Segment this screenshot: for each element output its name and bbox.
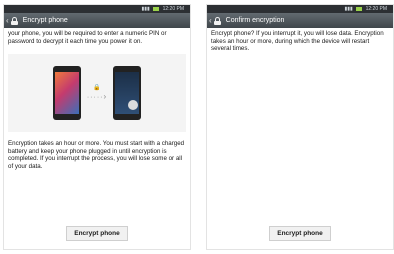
status-time: 12:20 PM xyxy=(365,6,387,12)
back-chevron-icon[interactable]: ‹ xyxy=(209,16,212,25)
encryption-illustration: 🔒 ·····› xyxy=(8,54,186,133)
encrypt-phone-button[interactable]: Encrypt phone xyxy=(269,226,331,241)
intro-text: your phone, you will be required to ente… xyxy=(8,30,167,45)
status-bar: ▮▮▮ 12:20 PM xyxy=(207,5,393,13)
page-title: Confirm encryption xyxy=(225,17,285,24)
battery-icon xyxy=(356,6,363,11)
lock-icon xyxy=(10,16,19,25)
screenshot-stage: ▮▮▮ 12:20 PM ‹ Encrypt phone your phone,… xyxy=(0,0,394,254)
title-bar: ‹ Encrypt phone xyxy=(4,13,190,28)
lock-icon xyxy=(213,16,222,25)
body-text: Encrypt phone? If you interrupt it, you … xyxy=(211,30,384,53)
encrypt-phone-button[interactable]: Encrypt phone xyxy=(66,226,128,241)
content-area: Encrypt phone? If you interrupt it, you … xyxy=(207,28,393,53)
back-chevron-icon[interactable]: ‹ xyxy=(6,16,9,25)
battery-icon xyxy=(153,6,160,11)
page-title: Encrypt phone xyxy=(22,17,68,24)
status-bar: ▮▮▮ 12:20 PM xyxy=(4,5,190,13)
signal-icon: ▮▮▮ xyxy=(344,6,353,12)
status-time: 12:20 PM xyxy=(162,6,184,12)
encrypt-arrow-icon: 🔒 ·····› xyxy=(86,85,108,101)
unencrypted-phone-image xyxy=(52,66,81,121)
encrypt-phone-screen: ▮▮▮ 12:20 PM ‹ Encrypt phone your phone,… xyxy=(3,4,191,250)
content-area: your phone, you will be required to ente… xyxy=(4,28,190,171)
confirm-encryption-screen: ▮▮▮ 12:20 PM ‹ Confirm encryption Encryp… xyxy=(206,4,394,250)
encrypted-phone-image xyxy=(113,66,142,121)
signal-icon: ▮▮▮ xyxy=(141,6,150,12)
padlock-icon: 🔒 xyxy=(93,85,101,92)
body-text: Encryption takes an hour or more. You mu… xyxy=(8,140,185,170)
title-bar: ‹ Confirm encryption xyxy=(207,13,393,28)
